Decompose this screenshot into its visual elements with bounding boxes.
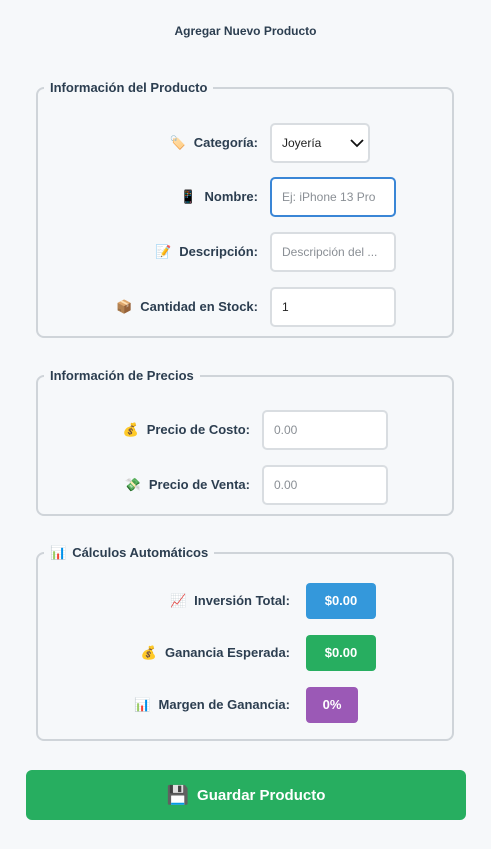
investment-label-text: Inversión Total: xyxy=(194,593,290,608)
money-bag-icon: 💰 xyxy=(140,645,157,660)
cost-label: 💰 Precio de Costo: xyxy=(123,410,250,450)
name-row: 📱 Nombre: xyxy=(38,177,456,217)
category-row: 🏷️ Categoría: Joyería xyxy=(38,123,456,163)
chevron-down-icon xyxy=(346,125,368,161)
money-bag-icon: 💰 xyxy=(122,422,139,437)
profit-label: 💰 Ganancia Esperada: xyxy=(141,635,290,671)
stock-label: 📦 Cantidad en Stock: xyxy=(116,287,258,327)
floppy-disk-icon: 💾 xyxy=(166,784,190,805)
stock-label-text: Cantidad en Stock: xyxy=(140,299,258,314)
description-row: 📝 Descripción: xyxy=(38,232,456,272)
bar-chart-icon: 📊 xyxy=(134,697,151,712)
package-icon: 📦 xyxy=(116,299,133,314)
investment-total-badge: $0.00 xyxy=(306,583,376,619)
calculations-section: 📊 Cálculos Automáticos 📈 Inversión Total: … xyxy=(36,545,454,741)
stock-input[interactable] xyxy=(270,287,396,327)
margin-row: 📊 Margen de Ganancia: 0% xyxy=(38,687,456,727)
save-product-label: Guardar Producto xyxy=(197,786,326,804)
chart-increasing-icon: 📈 xyxy=(169,593,187,608)
pricing-legend: Información de Precios xyxy=(50,368,194,383)
save-product-button[interactable]: 💾 Guardar Producto xyxy=(26,770,466,820)
calculations-legend: 📊 Cálculos Automáticos xyxy=(44,545,214,561)
expected-profit-badge: $0.00 xyxy=(306,635,376,671)
sale-row: 💸 Precio de Venta: xyxy=(38,465,456,505)
name-label: 📱 Nombre: xyxy=(180,177,258,217)
money-wings-icon: 💸 xyxy=(124,477,141,492)
margin-label: 📊 Margen de Ganancia: xyxy=(134,687,290,723)
memo-icon: 📝 xyxy=(155,244,172,259)
description-label: 📝 Descripción: xyxy=(155,232,258,272)
bar-chart-icon: 📊 xyxy=(50,545,67,560)
stock-row: 📦 Cantidad en Stock: xyxy=(38,287,456,327)
investment-label: 📈 Inversión Total: xyxy=(170,583,290,619)
category-select[interactable]: Joyería xyxy=(270,123,370,163)
name-label-text: Nombre: xyxy=(204,189,258,204)
category-label-text: Categoría: xyxy=(193,135,258,150)
description-input[interactable] xyxy=(270,232,396,272)
product-info-legend: Información del Producto xyxy=(50,80,208,95)
description-label-text: Descripción: xyxy=(179,244,258,259)
sale-label: 💸 Precio de Venta: xyxy=(125,465,250,505)
calculations-legend-text: Cálculos Automáticos xyxy=(72,545,209,560)
name-input[interactable] xyxy=(270,177,396,217)
cost-price-input[interactable] xyxy=(262,410,388,450)
profit-margin-badge: 0% xyxy=(306,687,358,723)
cost-row: 💰 Precio de Costo: xyxy=(38,410,456,450)
profit-label-text: Ganancia Esperada: xyxy=(165,645,290,660)
margin-label-text: Margen de Ganancia: xyxy=(158,697,290,712)
pricing-section: Información de Precios 💰 Precio de Costo:… xyxy=(36,368,454,516)
category-label: 🏷️ Categoría: xyxy=(170,123,258,163)
product-info-section: Información del Producto 🏷️ Categoría: Jo… xyxy=(36,80,454,338)
profit-row: 💰 Ganancia Esperada: $0.00 xyxy=(38,635,456,675)
form-title: Agregar Nuevo Producto xyxy=(174,24,317,38)
investment-row: 📈 Inversión Total: $0.00 xyxy=(38,583,456,623)
sale-price-input[interactable] xyxy=(262,465,388,505)
cost-label-text: Precio de Costo: xyxy=(146,422,250,437)
tag-icon: 🏷️ xyxy=(169,135,186,150)
sale-label-text: Precio de Venta: xyxy=(148,477,250,492)
category-selected-value: Joyería xyxy=(282,136,322,150)
phone-icon: 📱 xyxy=(180,189,197,204)
